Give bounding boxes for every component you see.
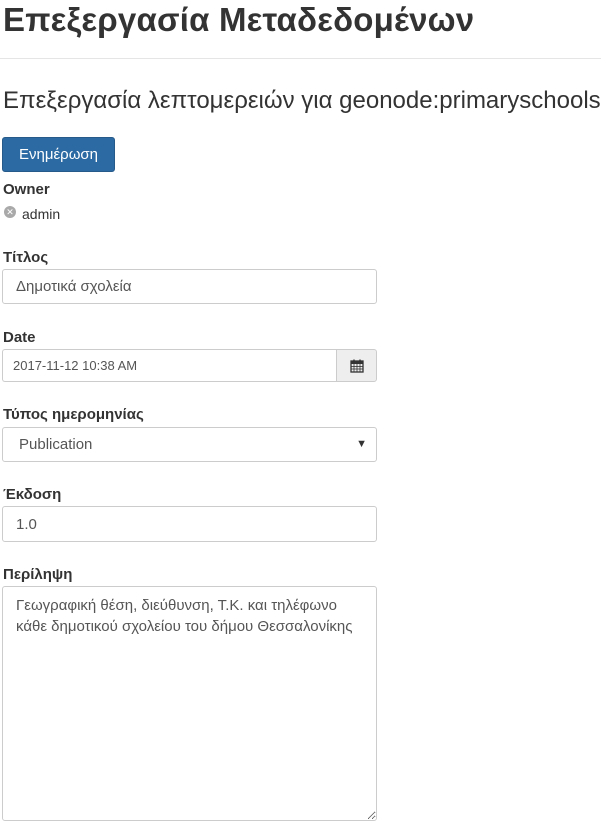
page-subtitle: Επεξεργασία λεπτομερειών για geonode:pri… bbox=[3, 87, 601, 114]
title-divider bbox=[0, 58, 601, 59]
date-type-label: Τύπος ημερομηνίας bbox=[3, 406, 144, 423]
date-type-select[interactable]: Publication ▼ bbox=[2, 427, 377, 462]
abstract-textarea[interactable]: Γεωγραφική θέση, διεύθυνση, Τ.Κ. και τηλ… bbox=[2, 586, 377, 821]
metadata-edit-page: Επεξεργασία Μεταδεδομένων Επεξεργασία λε… bbox=[0, 0, 601, 830]
date-type-selected: Publication bbox=[19, 436, 93, 453]
owner-tag: ✕ admin bbox=[4, 205, 60, 223]
owner-name: admin bbox=[22, 206, 61, 222]
owner-label: Owner bbox=[3, 181, 50, 198]
calendar-button[interactable] bbox=[336, 349, 377, 382]
date-input[interactable] bbox=[2, 349, 336, 382]
caret-down-icon: ▼ bbox=[356, 438, 367, 450]
edition-input[interactable] bbox=[2, 506, 377, 542]
date-picker bbox=[2, 349, 377, 382]
abstract-label: Περίληψη bbox=[3, 566, 73, 583]
edition-label: Έκδοση bbox=[3, 486, 62, 503]
calendar-icon bbox=[349, 359, 364, 373]
page-title: Επεξεργασία Μεταδεδομένων bbox=[3, 1, 475, 38]
update-button[interactable]: Ενημέρωση bbox=[2, 137, 115, 172]
remove-owner-icon[interactable]: ✕ bbox=[4, 206, 16, 218]
title-input[interactable] bbox=[2, 269, 377, 304]
date-label: Date bbox=[3, 329, 36, 346]
title-label: Τίτλος bbox=[3, 249, 49, 266]
